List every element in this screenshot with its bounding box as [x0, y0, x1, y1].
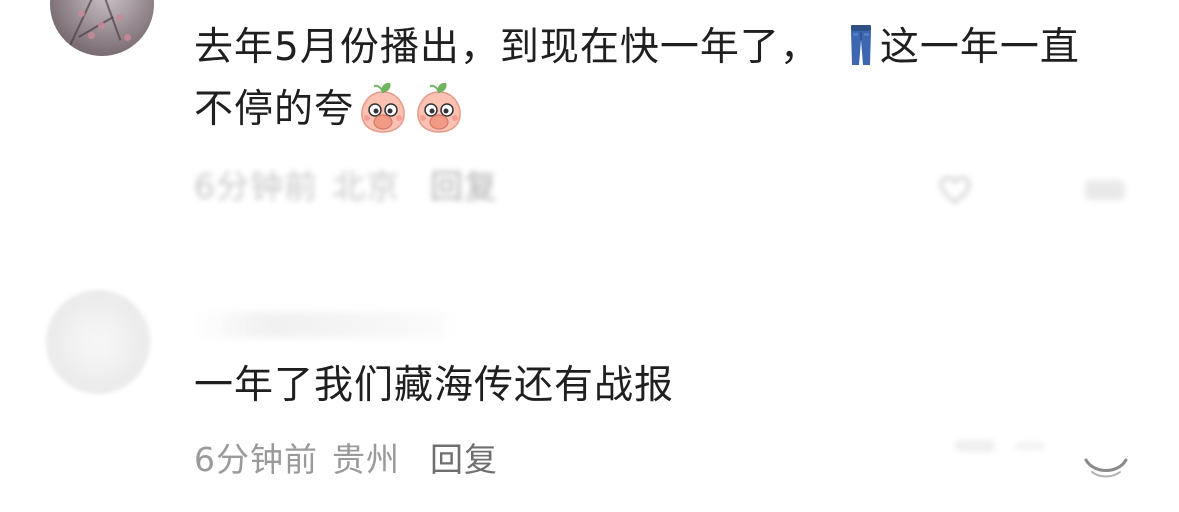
peach-cover-mouth-emoji-icon	[417, 82, 461, 133]
comment-time: 6分钟前	[194, 167, 318, 206]
heart-icon	[939, 176, 1125, 204]
comment-text-line1-end: 这一年一直	[879, 25, 1080, 70]
reply-button[interactable]: 回复	[430, 440, 498, 479]
avatar[interactable]	[46, 290, 150, 394]
like-icon[interactable]	[1080, 450, 1132, 480]
comment-location: 北京	[332, 167, 400, 206]
comment-meta: 6分钟前 北京 回复	[194, 160, 498, 208]
avatar[interactable]	[50, 0, 154, 56]
like-button[interactable]	[935, 170, 1135, 210]
comment-text: 一年了我们藏海传还有战报	[194, 363, 675, 408]
comment-meta: 6分钟前 贵州 回复	[194, 433, 498, 481]
username[interactable]	[196, 312, 446, 338]
comment-text-line1: 去年5月份播出，到现在快一年了，	[194, 25, 820, 70]
comment-time: 6分钟前	[194, 440, 318, 479]
jeans-emoji-icon	[850, 25, 871, 65]
reply-button[interactable]: 回复	[430, 167, 498, 206]
comment-location: 贵州	[332, 440, 400, 479]
peach-cover-mouth-emoji-icon	[361, 82, 405, 133]
comment-text: 去年5月份播出，到现在快一年了， 这一年一直不停的夸	[194, 17, 1134, 141]
comment-text-line2: 不停的夸	[194, 87, 355, 132]
